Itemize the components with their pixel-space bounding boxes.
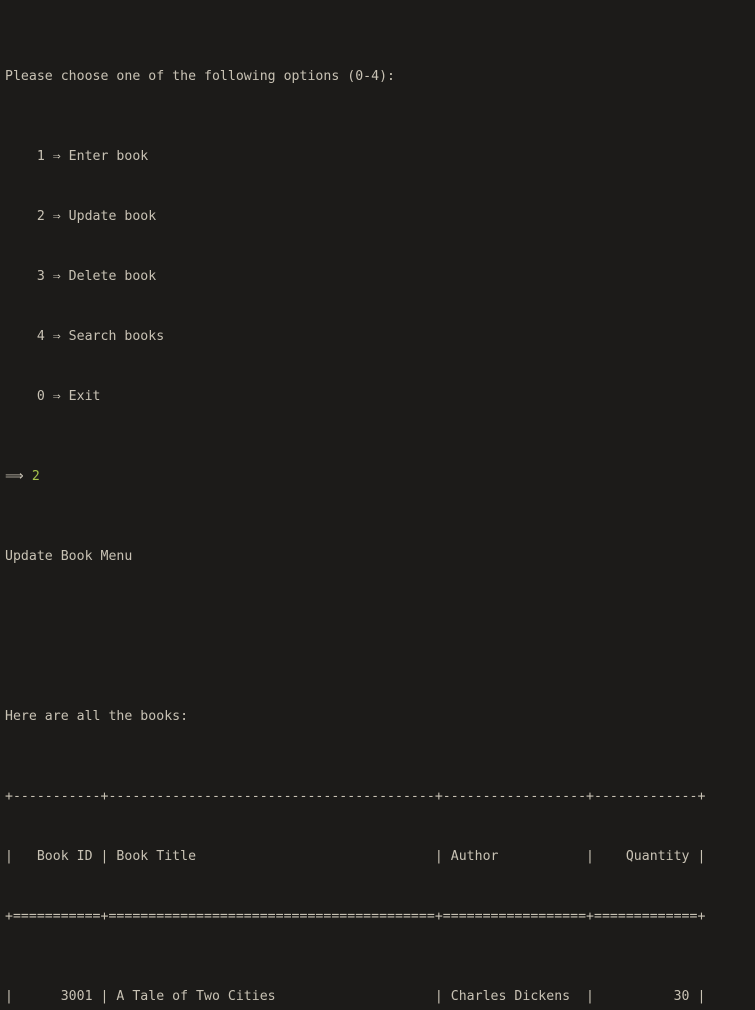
menu-option-2[interactable]: 2 ⇒ Update book xyxy=(5,207,755,227)
table-row[interactable]: | 3001 | A Tale of Two Cities | Charles … xyxy=(5,987,755,1007)
table-header-row: | Book ID | Book Title | Author | Quanti… xyxy=(5,849,706,864)
table-header-separator: +===========+===========================… xyxy=(5,909,706,924)
prompt-arrow-icon: ⟹ xyxy=(5,469,32,484)
menu-option-2-text: 2 ⇒ Update book xyxy=(5,209,157,224)
terminal-screen: Please choose one of the following optio… xyxy=(0,0,755,1004)
command-input-value: 2 xyxy=(31,469,40,484)
menu-prompt-header: Please choose one of the following optio… xyxy=(5,69,396,84)
menu-option-1[interactable]: 1 ⇒ Enter book xyxy=(5,147,755,167)
command-input-line[interactable]: ⟹ 2 xyxy=(5,467,755,487)
table-top-border: +-----------+---------------------------… xyxy=(5,789,706,804)
listing-header: Here are all the books: xyxy=(5,709,189,724)
menu-option-4-text: 4 ⇒ Search books xyxy=(5,329,165,344)
menu-option-0-text: 0 ⇒ Exit xyxy=(5,389,101,404)
menu-option-4[interactable]: 4 ⇒ Search books xyxy=(5,327,755,347)
menu-option-3[interactable]: 3 ⇒ Delete book xyxy=(5,267,755,287)
menu-option-1-text: 1 ⇒ Enter book xyxy=(5,149,149,164)
submenu-title: Update Book Menu xyxy=(5,549,133,564)
menu-option-3-text: 3 ⇒ Delete book xyxy=(5,269,157,284)
menu-option-0[interactable]: 0 ⇒ Exit xyxy=(5,387,755,407)
